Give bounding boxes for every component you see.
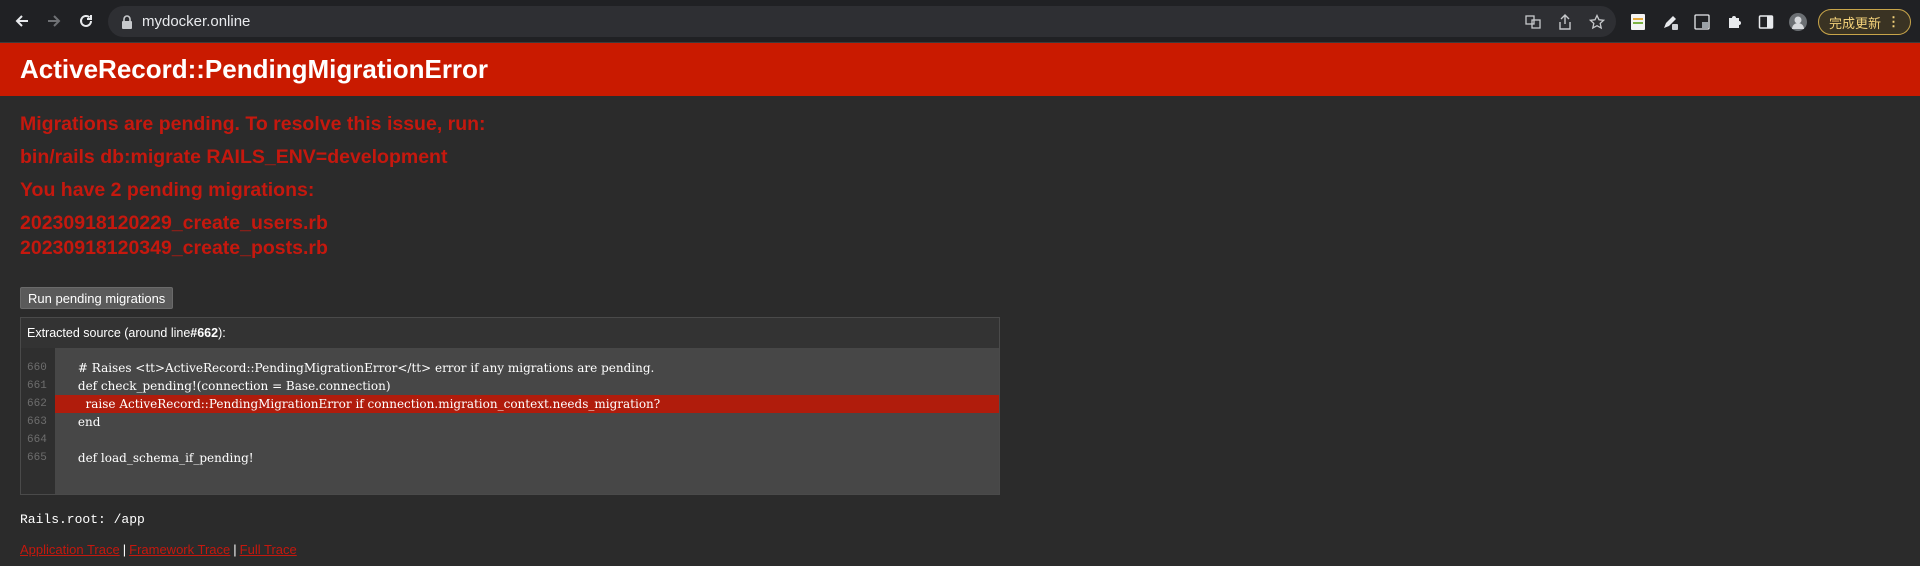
line-number: 660 [27,362,47,374]
rails-root: Rails.root: /app [20,512,145,527]
forward-button[interactable] [40,7,68,35]
error-title: ActiveRecord::PendingMigrationError [20,54,489,84]
source-code-block: 660 661 662 663 664 665 # Raises <tt>Act… [21,348,999,494]
code-line-highlighted: raise ActiveRecord::PendingMigrationErro… [55,395,999,413]
sheets-extension-icon[interactable] [1628,12,1648,32]
trace-separator: | [122,542,127,557]
pending-message: Migrations are pending. To resolve this … [20,113,486,135]
code-line: end [55,415,101,429]
screen-extension-icon[interactable] [1692,12,1712,32]
migration-file-item: 20230918120349_create_posts.rb [20,237,328,259]
share-icon[interactable] [1556,13,1574,31]
url-text[interactable]: mydocker.online [142,13,250,30]
arrow-right-icon [48,15,61,27]
source-title-suffix: ): [218,326,226,340]
extensions-tray [1628,6,1808,37]
lock-icon[interactable] [120,14,134,29]
pending-count: You have 2 pending migrations: [20,179,315,201]
code-line: def check_pending!(connection = Base.con… [55,379,391,393]
line-number: 664 [27,434,47,446]
line-number: 663 [27,416,47,428]
reload-button[interactable] [72,7,100,35]
full-trace-link[interactable]: Full Trace [240,542,297,557]
line-number: 665 [27,452,47,464]
framework-trace-link[interactable]: Framework Trace [129,542,230,557]
bookmark-star-icon[interactable] [1588,13,1606,31]
migrate-command: bin/rails db:migrate RAILS_ENV=developme… [20,146,448,168]
translate-icon[interactable] [1524,13,1542,31]
source-title-line: #662 [190,326,219,340]
pen-extension-icon[interactable] [1660,12,1680,32]
profile-avatar-icon[interactable] [1788,12,1808,32]
code-line: # Raises <tt>ActiveRecord::PendingMigrat… [55,361,655,375]
trace-separator: | [233,542,237,557]
line-number: 661 [27,380,47,392]
browser-toolbar: mydocker.online 完成更新 ⋮ [0,0,1920,43]
reload-icon [80,14,92,27]
application-trace-link[interactable]: Application Trace [20,542,120,557]
line-number: 662 [27,398,47,410]
line-number-gutter: 660 661 662 663 664 665 [21,348,55,494]
address-bar[interactable]: mydocker.online [108,6,1616,37]
arrow-left-icon [15,15,28,27]
migration-file-item: 20230918120229_create_users.rb [20,212,328,234]
error-header: ActiveRecord::PendingMigrationError [0,43,1920,96]
code-line: def load_schema_if_pending! [55,451,254,465]
update-button-label: 完成更新 [1829,15,1882,31]
update-button[interactable]: 完成更新 ⋮ [1818,9,1912,35]
extracted-source-title: Extracted source (around line #662): [21,318,999,349]
back-button[interactable] [8,7,36,35]
side-panel-icon[interactable] [1756,12,1776,32]
extracted-source-panel: Extracted source (around line #662): 660… [20,317,1000,495]
source-title-prefix: Extracted source (around line [27,326,191,340]
puzzle-extensions-icon[interactable] [1724,12,1744,32]
trace-links: Application Trace | Framework Trace | Full T… [20,542,297,557]
run-pending-migrations-button[interactable]: Run pending migrations [20,287,174,309]
code-lines: # Raises <tt>ActiveRecord::PendingMigrat… [55,348,999,494]
more-vert-icon: ⋮ [1887,14,1901,29]
